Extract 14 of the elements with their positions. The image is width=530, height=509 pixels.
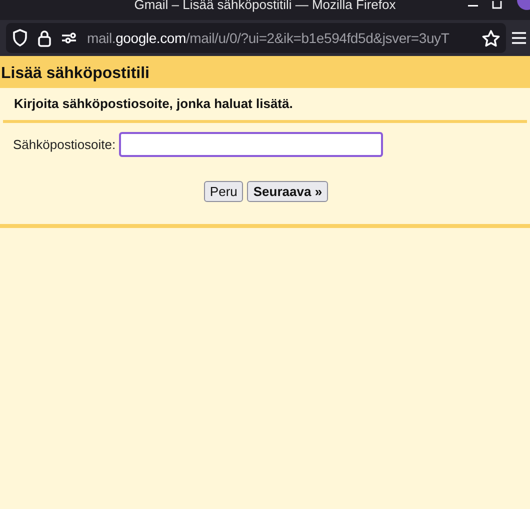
menu-icon[interactable] — [512, 32, 526, 44]
cancel-button[interactable]: Peru — [204, 181, 244, 202]
minimize-icon[interactable] — [468, 4, 478, 6]
instruction-text: Kirjoita sähköpostiosoite, jonka haluat lisätä. — [3, 88, 527, 123]
email-label: Sähköpostiosoite: — [13, 137, 116, 152]
settings-icon[interactable] — [61, 32, 77, 44]
next-button[interactable]: Seuraava » — [247, 181, 328, 202]
dialog-heading: Lisää sähköpostitili — [1, 65, 150, 83]
shield-icon[interactable] — [12, 29, 28, 47]
address-bar[interactable]: mail.google.com/mail/u/0/?ui=2&ik=b1e594fd5d&jsver=3uyT — [6, 23, 506, 53]
lock-icon[interactable] — [38, 30, 51, 46]
email-input-field[interactable] — [118, 132, 383, 157]
maximize-icon[interactable] — [492, 1, 502, 9]
star-icon[interactable] — [482, 30, 500, 46]
